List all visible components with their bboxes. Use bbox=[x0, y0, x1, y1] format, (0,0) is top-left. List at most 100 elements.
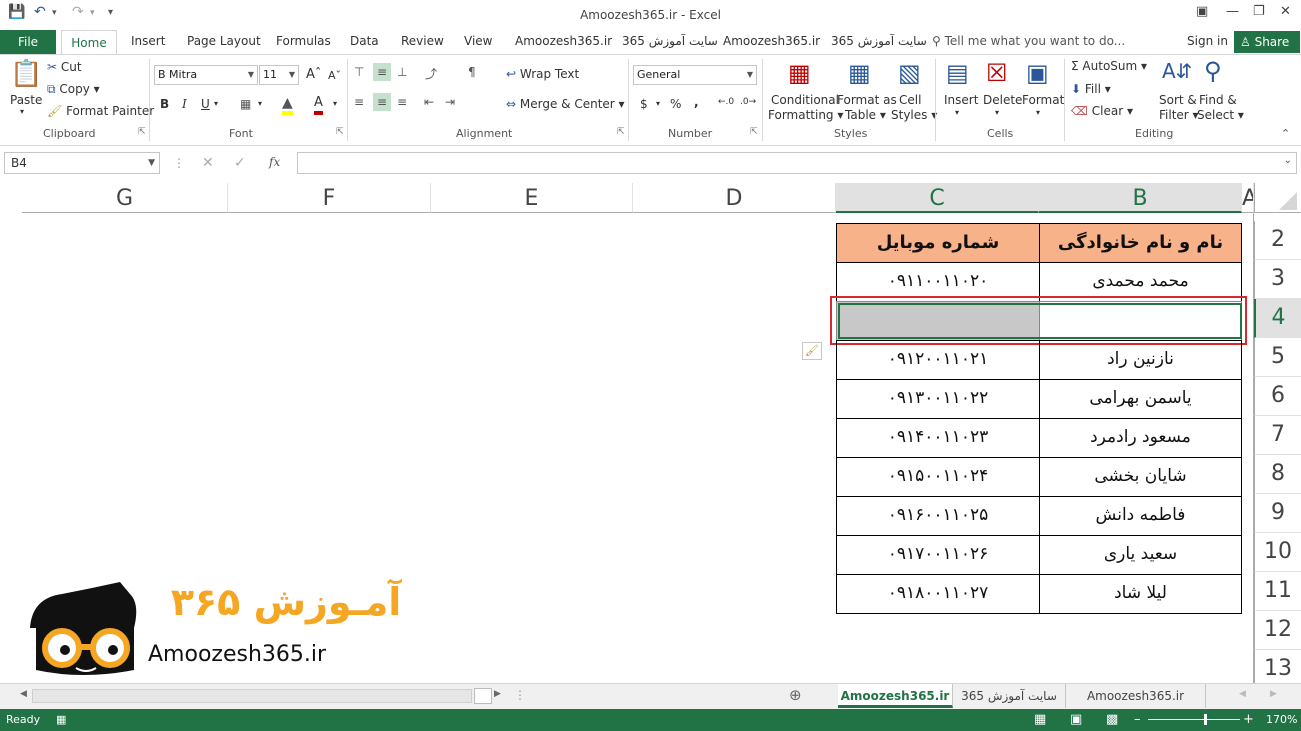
insert-options-icon[interactable]: 🖌 bbox=[802, 342, 822, 360]
align-center-icon[interactable]: ≡ bbox=[373, 93, 392, 111]
restore-icon[interactable]: ❐ bbox=[1253, 4, 1265, 19]
find-select-button[interactable]: Find & bbox=[1199, 93, 1237, 107]
new-sheet-icon[interactable]: ⊕ bbox=[789, 686, 802, 704]
conditional-formatting-icon[interactable]: ▦ bbox=[788, 59, 811, 87]
table-cell-phone[interactable]: ۰۹۱۳۰۰۱۱۰۲۲ bbox=[836, 379, 1040, 419]
row-header-6[interactable]: 6 bbox=[1254, 377, 1301, 416]
page-break-view-icon[interactable]: ▩ bbox=[1106, 709, 1118, 731]
paste-dropdown-icon[interactable]: ▾ bbox=[20, 107, 24, 116]
table-cell-phone[interactable]: ۰۹۱۲۰۰۱۱۰۲۱ bbox=[836, 340, 1040, 380]
table-header-phone[interactable]: شماره موبایل bbox=[836, 223, 1040, 263]
italic-button[interactable]: I bbox=[182, 97, 187, 111]
format-cells-button[interactable]: Format bbox=[1022, 93, 1064, 107]
tab-file[interactable]: File bbox=[0, 30, 56, 54]
tab-home[interactable]: Home bbox=[61, 30, 117, 55]
ribbon-display-icon[interactable]: ▣ bbox=[1196, 4, 1208, 19]
paste-button[interactable]: Paste bbox=[10, 93, 42, 107]
table-cell-name[interactable]: یاسمن بهرامی bbox=[1039, 379, 1242, 419]
select-all-corner[interactable] bbox=[1254, 183, 1301, 213]
insert-function-button[interactable]: fx bbox=[269, 155, 280, 169]
tab-data[interactable]: Data bbox=[350, 34, 379, 48]
text-direction-icon[interactable]: ¶ bbox=[468, 65, 476, 79]
tab-insert[interactable]: Insert bbox=[131, 34, 165, 48]
format-as-table-icon[interactable]: ▦ bbox=[848, 59, 871, 87]
sort-filter-icon[interactable]: A⇵ bbox=[1162, 59, 1192, 83]
align-top-icon[interactable]: ⊤ bbox=[354, 65, 364, 79]
find-select-icon[interactable]: ⚲ bbox=[1204, 57, 1222, 85]
column-header-c[interactable]: C bbox=[836, 183, 1039, 213]
row-header-10[interactable]: 10 bbox=[1254, 533, 1301, 572]
horizontal-scroll-thumb[interactable] bbox=[474, 688, 492, 704]
percent-button[interactable]: % bbox=[670, 97, 681, 111]
grow-font-icon[interactable]: Aˆ bbox=[306, 67, 321, 82]
underline-dropdown-icon[interactable]: ▾ bbox=[214, 99, 218, 108]
macro-record-icon[interactable]: ▦ bbox=[56, 709, 66, 731]
column-header-a[interactable]: A bbox=[1242, 183, 1254, 213]
alignment-launcher-icon[interactable]: ⇱ bbox=[617, 127, 625, 137]
sort-filter-button[interactable]: Sort & bbox=[1159, 93, 1197, 107]
horizontal-scrollbar[interactable] bbox=[32, 689, 472, 703]
insert-cells-icon[interactable]: ▤ bbox=[946, 59, 969, 87]
format-as-table-button[interactable]: Format as bbox=[837, 93, 897, 107]
row-header-11[interactable]: 11 bbox=[1254, 572, 1301, 611]
tab-amoozesh-1[interactable]: Amoozesh365.ir bbox=[515, 34, 612, 48]
table-cell-name[interactable]: لیلا شاد bbox=[1039, 574, 1242, 614]
fill-button[interactable]: ⬇ Fill ▾ bbox=[1071, 82, 1111, 96]
column-header-b[interactable]: B bbox=[1039, 183, 1242, 213]
table-cell-name[interactable]: مسعود رادمرد bbox=[1039, 418, 1242, 458]
align-right-icon[interactable]: ≡ bbox=[397, 95, 407, 109]
insert-dropdown-icon[interactable]: ▾ bbox=[955, 108, 959, 117]
scroll-right-icon[interactable]: ▶ bbox=[494, 689, 501, 699]
tab-page-layout[interactable]: Page Layout bbox=[187, 34, 261, 48]
tell-me-search[interactable]: ⚲ Tell me what you want to do... bbox=[932, 34, 1125, 48]
row-header-13[interactable]: 13 bbox=[1254, 650, 1301, 683]
zoom-slider-thumb[interactable] bbox=[1204, 714, 1207, 725]
formula-input[interactable]: ⌄ bbox=[297, 152, 1297, 174]
table-header-name[interactable]: نام و نام خانوادگی bbox=[1039, 223, 1242, 263]
column-header-e[interactable]: E bbox=[431, 183, 633, 213]
row-header-5[interactable]: 5 bbox=[1254, 338, 1301, 377]
zoom-in-icon[interactable]: + bbox=[1243, 709, 1254, 731]
underline-button[interactable]: U bbox=[201, 97, 210, 111]
font-launcher-icon[interactable]: ⇱ bbox=[336, 127, 344, 137]
cut-button[interactable]: ✂ Cut bbox=[47, 60, 82, 74]
autosum-button[interactable]: Σ AutoSum ▾ bbox=[1071, 59, 1147, 73]
currency-dropdown-icon[interactable]: ▾ bbox=[656, 99, 660, 108]
increase-indent-icon[interactable]: ⇥ bbox=[445, 95, 455, 109]
format-dropdown-icon[interactable]: ▾ bbox=[1036, 108, 1040, 117]
minimize-icon[interactable]: — bbox=[1226, 4, 1239, 19]
paste-icon[interactable]: 📋 bbox=[10, 59, 42, 89]
delete-cells-icon[interactable]: ☒ bbox=[986, 59, 1008, 87]
borders-dropdown-icon[interactable]: ▾ bbox=[258, 99, 262, 108]
zoom-level[interactable]: 170% bbox=[1266, 709, 1297, 731]
clipboard-launcher-icon[interactable]: ⇱ bbox=[138, 127, 146, 137]
tab-view[interactable]: View bbox=[464, 34, 492, 48]
tab-amoozesh-fa-2[interactable]: سایت آموزش 365 bbox=[831, 34, 927, 48]
clear-button[interactable]: ⌫ Clear ▾ bbox=[1071, 104, 1133, 118]
sheet-tab-amoozesh-2[interactable]: Amoozesh365.ir bbox=[1066, 684, 1206, 708]
font-name-select[interactable]: B Mitra ▼ bbox=[154, 65, 258, 85]
tab-formulas[interactable]: Formulas bbox=[276, 34, 331, 48]
copy-button[interactable]: ⧉ Copy ▾ bbox=[47, 82, 100, 97]
decrease-decimal-icon[interactable]: .0→ bbox=[740, 97, 756, 107]
tab-review[interactable]: Review bbox=[401, 34, 444, 48]
table-cell-name[interactable]: شایان بخشی bbox=[1039, 457, 1242, 497]
next-sheet-icon[interactable]: ▶ bbox=[1270, 689, 1277, 699]
row-header-9[interactable]: 9 bbox=[1254, 494, 1301, 533]
conditional-formatting-button[interactable]: Conditional bbox=[771, 93, 839, 107]
borders-icon[interactable]: ▦ bbox=[240, 97, 251, 111]
column-header-d[interactable]: D bbox=[633, 183, 836, 213]
font-color-dropdown-icon[interactable]: ▾ bbox=[333, 99, 337, 108]
table-cell-name[interactable]: سعید یاری bbox=[1039, 535, 1242, 575]
shrink-font-icon[interactable]: Aˇ bbox=[328, 69, 341, 82]
wrap-text-button[interactable]: ↩ Wrap Text bbox=[506, 67, 579, 81]
column-header-g[interactable]: G bbox=[22, 183, 228, 213]
share-button[interactable]: ♙ Share bbox=[1234, 31, 1300, 53]
cell-styles-button[interactable]: Cell bbox=[899, 93, 921, 107]
bold-button[interactable]: B bbox=[160, 97, 169, 111]
split-handle-icon[interactable]: ⋮ bbox=[514, 688, 526, 702]
row-header-12[interactable]: 12 bbox=[1254, 611, 1301, 650]
row-header-8[interactable]: 8 bbox=[1254, 455, 1301, 494]
prev-sheet-icon[interactable]: ◀ bbox=[1239, 689, 1246, 699]
column-header-f[interactable]: F bbox=[228, 183, 431, 213]
